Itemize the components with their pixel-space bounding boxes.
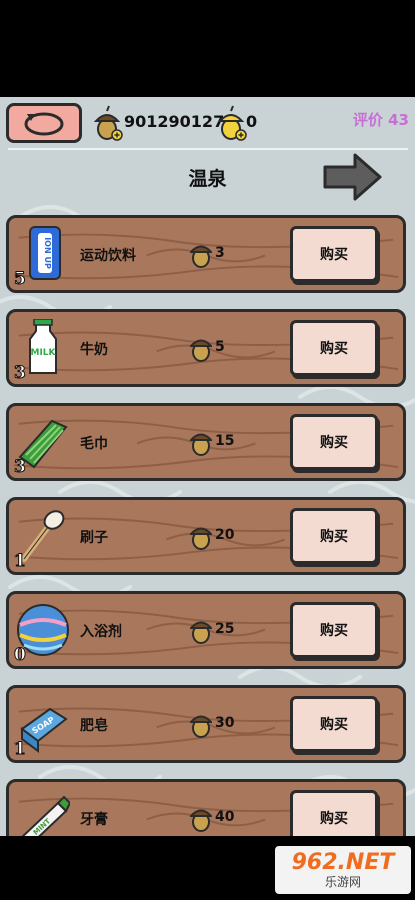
gold-acorn-icon <box>218 105 247 141</box>
item-price: 20 <box>215 527 235 543</box>
buy-button[interactable]: 购买 <box>290 320 378 376</box>
shop-item-row: ION UP 5 运动饮料 3 购买 <box>6 215 406 293</box>
hud-divider <box>8 148 408 150</box>
ion-label: ION UP <box>43 237 52 269</box>
shop-item-row: MILK 3 牛奶 5 购买 <box>6 309 406 387</box>
acorn-price-icon <box>190 621 212 644</box>
item-count: 5 <box>14 269 27 290</box>
shop-item-row: SOAP 1 肥皂 30 购买 <box>6 685 406 763</box>
status-bar-area <box>0 0 415 97</box>
gold-acorn-count: 0 <box>246 112 258 131</box>
acorn-coin-icon <box>94 105 123 141</box>
item-name: 肥皂 <box>80 718 108 734</box>
acorn-price-icon <box>190 245 212 268</box>
shop-item-row: 0 入浴剂 25 购买 <box>6 591 406 669</box>
item-count: 0 <box>14 645 27 666</box>
item-price: 3 <box>215 245 225 261</box>
milk-label: MILK <box>30 348 56 358</box>
shop-screen: 901290127 0 评价 43 温泉 ION UP 5 运动饮料 3 购买 <box>0 97 415 836</box>
acorn-price-icon <box>190 433 212 456</box>
item-name: 刷子 <box>80 530 108 546</box>
item-name: 入浴剂 <box>80 624 122 640</box>
acorn-price-icon <box>190 809 212 832</box>
coin-count: 901290127 <box>124 112 225 131</box>
watermark-subtitle: 乐游网 <box>324 875 361 889</box>
item-price: 25 <box>215 621 235 637</box>
buy-button[interactable]: 购买 <box>290 508 378 564</box>
site-watermark: 962.NET 乐游网 <box>275 846 411 894</box>
item-price: 5 <box>215 339 225 355</box>
item-name: 毛巾 <box>80 436 108 452</box>
item-name: 牙膏 <box>80 812 108 828</box>
buy-button[interactable]: 购买 <box>290 602 378 658</box>
return-arrow-icon <box>24 112 64 136</box>
buy-button[interactable]: 购买 <box>290 414 378 470</box>
shop-item-row: MINT 牙膏 40 购买 <box>6 779 406 836</box>
item-price: 40 <box>215 809 235 825</box>
buy-button[interactable]: 购买 <box>290 790 378 836</box>
rating-label: 评价 43 <box>352 111 409 129</box>
next-arrow-icon[interactable] <box>322 152 384 202</box>
item-price: 15 <box>215 433 235 449</box>
shop-item-row: 1 刷子 20 购买 <box>6 497 406 575</box>
item-name: 运动饮料 <box>80 248 136 264</box>
acorn-price-icon <box>190 527 212 550</box>
acorn-price-icon <box>190 715 212 738</box>
item-price: 30 <box>215 715 235 731</box>
back-button[interactable] <box>6 103 82 143</box>
item-count: 3 <box>14 457 27 478</box>
item-count: 3 <box>14 363 27 384</box>
watermark-logo: 962.NET <box>291 850 395 875</box>
item-name: 牛奶 <box>80 342 108 358</box>
item-count: 1 <box>14 551 27 572</box>
acorn-price-icon <box>190 339 212 362</box>
toothpaste-icon: MINT <box>21 795 70 836</box>
top-hud: 901290127 0 评价 43 <box>0 97 415 152</box>
item-count: 1 <box>14 739 27 760</box>
shop-item-row: 3 毛巾 15 购买 <box>6 403 406 481</box>
buy-button[interactable]: 购买 <box>290 226 378 282</box>
buy-button[interactable]: 购买 <box>290 696 378 752</box>
